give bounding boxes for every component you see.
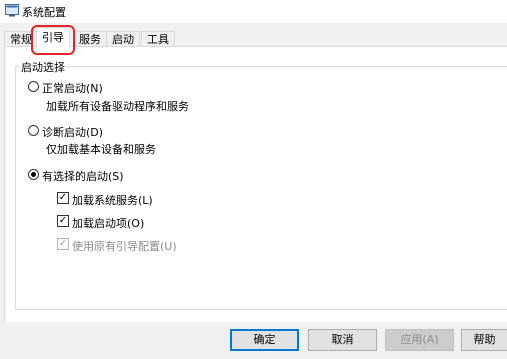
diagnostic-startup-description: 仅加载基本设备和服务 [46, 143, 156, 156]
cancel-button[interactable]: 取消 [308, 329, 377, 351]
use-original-boot-config-label: 使用原有引导配置(U) [72, 240, 177, 253]
group-label: 启动选择 [20, 59, 66, 75]
title-bar: 系统配置 [0, 0, 507, 23]
apply-button: 应用(A) [385, 329, 454, 351]
tab-label: 服务 [79, 33, 101, 46]
tab-label: 引导 [42, 31, 64, 44]
tab-startup[interactable]: 启动 [106, 31, 140, 47]
selective-startup-radio[interactable] [28, 169, 39, 180]
tab-label: 常规 [10, 33, 32, 46]
load-startup-items-checkbox[interactable]: ✓ [57, 215, 69, 227]
tab-general[interactable]: 常规 [4, 31, 38, 47]
ok-button[interactable]: 确定 [230, 329, 299, 351]
diagnostic-startup-radio[interactable] [28, 125, 39, 136]
tab-services[interactable]: 服务 [73, 31, 107, 47]
use-original-boot-config-checkbox: ✓ [57, 238, 69, 250]
tab-tools[interactable]: 工具 [141, 31, 175, 47]
load-system-services-label[interactable]: 加载系统服务(L) [72, 192, 153, 208]
normal-startup-radio[interactable] [28, 81, 39, 92]
tab-label: 工具 [147, 33, 169, 46]
msconfig-icon [5, 4, 19, 17]
tab-label: 启动 [112, 33, 134, 46]
radio-selected-dot [31, 172, 36, 177]
load-system-services-checkbox[interactable]: ✓ [57, 192, 69, 204]
help-button[interactable]: 帮助 [461, 329, 507, 351]
window-title: 系统配置 [22, 6, 66, 19]
selective-startup-label[interactable]: 有选择的启动(S) [42, 168, 124, 184]
diagnostic-startup-label[interactable]: 诊断启动(D) [42, 124, 103, 140]
tab-boot[interactable]: 引导 [36, 27, 70, 47]
normal-startup-description: 加载所有设备驱动程序和服务 [46, 100, 189, 113]
load-startup-items-label[interactable]: 加载启动项(O) [72, 215, 144, 231]
normal-startup-label[interactable]: 正常启动(N) [42, 80, 103, 96]
